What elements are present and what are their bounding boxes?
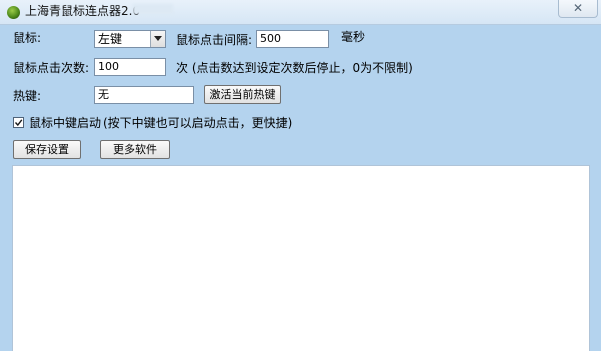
count-label: 鼠标点击次数: — [13, 61, 90, 75]
count-hint: 次 (点击数达到设定次数后停止，0为不限制) — [176, 61, 413, 75]
interval-label: 鼠标点击间隔: — [176, 33, 253, 47]
checkmark-icon — [14, 119, 23, 127]
save-settings-button[interactable]: 保存设置 — [13, 140, 81, 159]
middle-click-hint: (按下中键也可以启动点击，更快捷) — [103, 116, 293, 130]
count-input[interactable]: 100 — [94, 58, 166, 76]
middle-click-checkbox[interactable] — [13, 117, 24, 128]
app-logo-icon — [7, 6, 20, 19]
chevron-down-icon[interactable] — [150, 31, 165, 47]
middle-click-label[interactable]: 鼠标中键启动 — [29, 115, 101, 131]
close-button[interactable]: ✕ — [558, 0, 598, 18]
close-icon: ✕ — [572, 1, 584, 15]
hotkey-input[interactable]: 无 — [94, 86, 194, 104]
interval-input[interactable]: 500 — [256, 30, 329, 48]
window-title: 上海青鼠标连点器2.0 — [25, 4, 141, 18]
mouse-button-select[interactable]: 左键 — [94, 30, 166, 48]
log-area[interactable] — [12, 165, 590, 351]
title-overlay — [133, 4, 173, 14]
activate-hotkey-button[interactable]: 激活当前热键 — [204, 85, 281, 104]
app-window: 上海青鼠标连点器2.0 ✕ 鼠标: 左键 鼠标点击间隔: 500 毫秒 鼠标点击… — [0, 0, 601, 351]
mouse-button-value: 左键 — [98, 32, 123, 46]
hotkey-label: 热键: — [13, 89, 42, 103]
mouse-label: 鼠标: — [13, 31, 42, 45]
more-software-button[interactable]: 更多软件 — [100, 140, 170, 159]
interval-unit: 毫秒 — [341, 30, 366, 44]
title-bar[interactable]: 上海青鼠标连点器2.0 ✕ — [0, 0, 601, 25]
